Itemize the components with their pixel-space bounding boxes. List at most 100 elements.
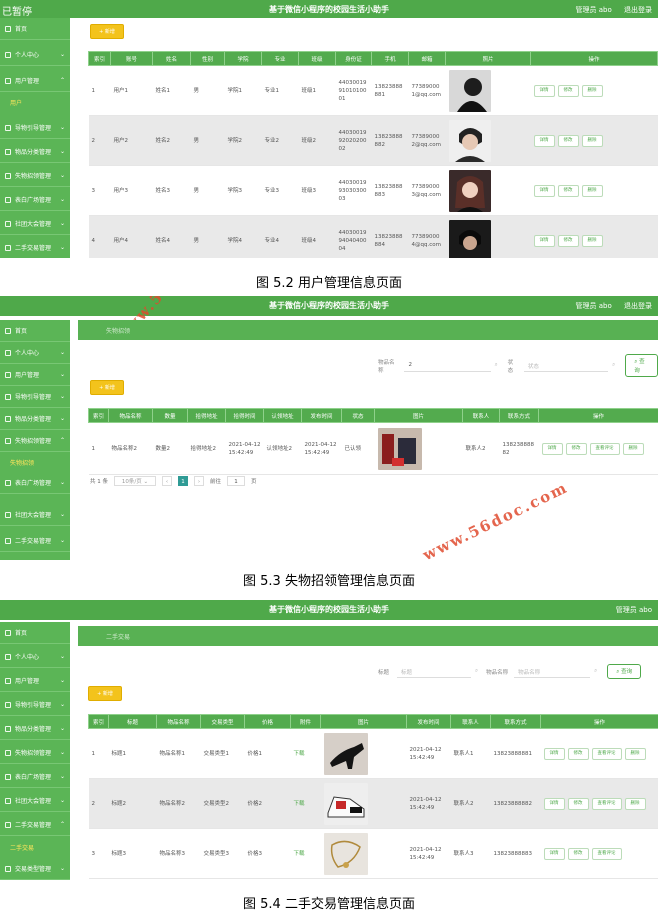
detail-button[interactable]: 详情 [533, 134, 555, 147]
logout-link[interactable]: 退出登录 [624, 302, 652, 310]
sidebar-item-square[interactable]: 表白广场管理 ⌄ [0, 472, 70, 494]
detail-button[interactable]: 详情 [543, 847, 565, 860]
sidebar-item-personal[interactable]: 个人中心 ⌄ [0, 646, 70, 668]
next-page-button[interactable]: › [194, 476, 204, 486]
sidebar-item-club[interactable]: 社团大会管理 ⌄ [0, 504, 70, 526]
add-button[interactable]: + 新增 [90, 24, 124, 39]
delete-button[interactable]: 删除 [581, 184, 603, 197]
app-title: 基于微信小程序的校园生活小助手 [269, 5, 389, 14]
page-number[interactable]: 1 [178, 476, 188, 486]
add-button[interactable]: + 新增 [90, 380, 124, 395]
chevron-down-icon: ⌄ [59, 371, 65, 378]
edit-button[interactable]: 修改 [567, 847, 589, 860]
sidebar-item-home[interactable]: 首页 [0, 320, 70, 342]
edit-button[interactable]: 修改 [567, 797, 589, 810]
sidebar-item-personal[interactable]: 个人中心 ⌄ [0, 44, 70, 66]
sidebar-item-guide[interactable]: 导物引导管理 ⌄ [0, 117, 70, 139]
type-icon [5, 865, 11, 872]
sidebar-item-club[interactable]: 社团大会管理 ⌄ [0, 213, 70, 235]
caption-fig-5-3: 图 5.3 失物招领管理信息页面 [243, 574, 415, 589]
sidebar-item-lost[interactable]: 失物招领管理 ⌄ [0, 165, 70, 187]
goto-input[interactable]: 1 [227, 476, 246, 486]
delete-button[interactable]: 删除 [581, 234, 603, 247]
prev-page-button[interactable]: ‹ [162, 476, 172, 486]
column-header: 索引 [88, 408, 109, 423]
user-photo [448, 219, 491, 258]
sidebar-item-goods-cat[interactable]: 物品分类管理 ⌄ [0, 718, 70, 740]
view-comments-button[interactable]: 查看评论 [589, 442, 620, 455]
sidebar-subitem-lost[interactable]: 失物招领 [10, 458, 34, 467]
download-link[interactable]: 下载 [294, 801, 305, 807]
chevron-down-icon: ⌄ [59, 511, 65, 518]
delete-button[interactable]: 删除 [581, 84, 603, 97]
sidebar-item-user-mgmt[interactable]: 用户管理 ⌄ [0, 670, 70, 692]
query-button[interactable]: ⌕ 查询 [625, 354, 658, 377]
table-row: 2 用户2 姓名2 男学院2 专业2 班级2 440300199202020002 13823… [88, 115, 658, 166]
sidebar-item-personal[interactable]: 个人中心 ⌄ [0, 342, 70, 364]
sidebar-item-lost[interactable]: 失物招领管理 ⌄ [0, 742, 70, 764]
person-icon [5, 51, 11, 58]
view-comments-button[interactable]: 查看评论 [591, 747, 622, 760]
name-filter-input[interactable]: 2 [404, 359, 491, 372]
sidebar-subitem-user[interactable]: 用户 [10, 98, 22, 107]
chevron-down-icon: ⌄ [59, 220, 65, 227]
sidebar-item-guide[interactable]: 导物引导管理 ⌄ [0, 694, 70, 716]
add-button[interactable]: + 新增 [88, 686, 122, 701]
download-link[interactable]: 下载 [294, 751, 305, 757]
edit-button[interactable]: 修改 [557, 184, 579, 197]
delete-button[interactable]: 删除 [624, 797, 646, 810]
total-count: 共 1 条 [90, 479, 108, 485]
view-comments-button[interactable]: 查看评论 [591, 847, 622, 860]
page-size-select[interactable]: 10条/页 ⌄ [114, 476, 156, 486]
sidebar-item-guide[interactable]: 导物引导管理 ⌄ [0, 386, 70, 408]
delete-button[interactable]: 删除 [622, 442, 644, 455]
sidebar-item-home[interactable]: 首页 [0, 622, 70, 644]
detail-button[interactable]: 详情 [543, 747, 565, 760]
delete-button[interactable]: 删除 [624, 747, 646, 760]
app-title: 基于微信小程序的校园生活小助手 [269, 605, 389, 614]
sidebar-item-club[interactable]: 社团大会管理 ⌄ [0, 790, 70, 812]
top-bar: 基于微信小程序的校园生活小助手 管理员 abo 退出登录 [0, 296, 658, 316]
sidebar-item-goods-cat[interactable]: 物品分类管理 ⌄ [0, 141, 70, 163]
column-header: 拾得时间 [225, 408, 264, 423]
detail-button[interactable]: 详情 [543, 797, 565, 810]
query-button[interactable]: ⌕ 查询 [607, 664, 642, 679]
sidebar-subitem-second[interactable]: 二手交易 [10, 843, 34, 852]
name-filter-input[interactable]: 物品名称 [514, 665, 591, 678]
detail-button[interactable]: 详情 [541, 442, 563, 455]
logout-link[interactable]: 退出登录 [624, 6, 652, 14]
home-icon [5, 25, 11, 32]
club-icon [5, 220, 11, 227]
column-header: 认领地址 [263, 408, 302, 423]
view-comments-button[interactable]: 查看评论 [591, 797, 622, 810]
edit-button[interactable]: 修改 [567, 747, 589, 760]
edit-button[interactable]: 修改 [565, 442, 587, 455]
caption-fig-5-2: 图 5.2 用户管理信息页面 [256, 276, 402, 291]
detail-button[interactable]: 详情 [533, 84, 555, 97]
sidebar-item-second[interactable]: 二手交易管理 ⌃ [0, 814, 70, 836]
sidebar-item-second[interactable]: 二手交易管理 ⌄ [0, 237, 70, 258]
sidebar-item-user-mgmt[interactable]: 用户管理 ⌃ [0, 70, 70, 92]
detail-button[interactable]: 详情 [533, 234, 555, 247]
download-link[interactable]: 下载 [294, 851, 305, 857]
status-filter-input[interactable]: 状态 [523, 359, 609, 372]
table-header: 索引 标题 物品名称 交易类型 价格 附件 图片 发布时间 联系人 联系方式 操… [88, 714, 658, 729]
sidebar-item-trade-type[interactable]: 交易类型管理 ⌄ [0, 858, 70, 880]
column-header: 物品名称 [156, 714, 201, 729]
column-header: 身份证 [335, 51, 372, 66]
edit-button[interactable]: 修改 [557, 234, 579, 247]
edit-button[interactable]: 修改 [557, 84, 579, 97]
sidebar-item-goods-cat[interactable]: 物品分类管理 ⌄ [0, 408, 70, 430]
sidebar-item-home[interactable]: 首页 [0, 18, 70, 40]
sidebar-item-square[interactable]: 表白广场管理 ⌄ [0, 189, 70, 211]
sidebar-item-second[interactable]: 二手交易管理 ⌄ [0, 530, 70, 552]
filter-label-name: 物品名称 [486, 669, 509, 676]
title-filter-input[interactable]: 标题 [397, 665, 472, 678]
sidebar-item-user-mgmt[interactable]: 用户管理 ⌄ [0, 364, 70, 386]
sidebar-item-square[interactable]: 表白广场管理 ⌄ [0, 766, 70, 788]
user-photo [448, 169, 491, 212]
detail-button[interactable]: 详情 [533, 184, 555, 197]
edit-button[interactable]: 修改 [557, 134, 579, 147]
delete-button[interactable]: 删除 [581, 134, 603, 147]
sidebar-item-lost[interactable]: 失物招领管理 ⌃ [0, 430, 70, 452]
